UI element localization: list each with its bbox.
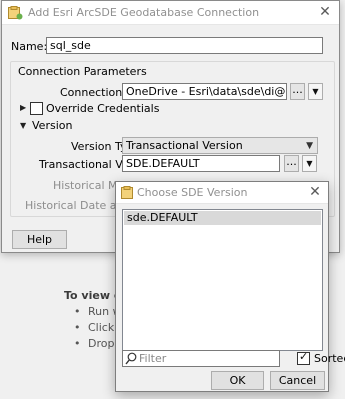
triangle-right-icon[interactable]: ▶ xyxy=(20,103,26,112)
chevron-down-icon: ▼ xyxy=(306,141,313,151)
version-section-label: Version xyxy=(32,119,73,132)
version-type-value: Transactional Version xyxy=(126,139,243,152)
sorted-label: Sorted xyxy=(314,352,345,365)
chevron-down-icon[interactable]: ▼ xyxy=(302,155,317,172)
choose-sde-version-dialog: Choose SDE Version ✕ sde.DEFAULT Filter … xyxy=(115,181,345,392)
ok-button[interactable]: OK xyxy=(211,371,264,390)
connection-parameters-label: Connection Parameters xyxy=(18,65,147,78)
cancel-button[interactable]: Cancel xyxy=(270,371,325,390)
chevron-down-icon[interactable]: ▼ xyxy=(308,83,323,100)
search-icon xyxy=(125,352,137,365)
close-icon[interactable]: ✕ xyxy=(302,182,328,203)
close-icon[interactable]: ✕ xyxy=(311,1,339,24)
filter-placeholder: Filter xyxy=(139,352,167,365)
list-item[interactable]: sde.DEFAULT xyxy=(124,211,321,225)
app-icon xyxy=(121,186,133,199)
connection-file-field[interactable]: OneDrive - Esri\data\sde\di@11054_sql.sd… xyxy=(122,83,287,100)
filter-input[interactable]: Filter xyxy=(122,350,280,367)
triangle-down-icon[interactable]: ▼ xyxy=(20,121,26,130)
sorted-checkbox[interactable] xyxy=(297,350,310,365)
override-credentials-label: Override Credentials xyxy=(46,102,160,115)
transactional-version-field[interactable]: SDE.DEFAULT xyxy=(122,155,280,172)
transactional-version-browse-button[interactable]: ... xyxy=(284,155,299,172)
connection-file-browse-button[interactable]: ... xyxy=(290,83,305,100)
name-field[interactable]: sql_sde xyxy=(46,37,323,54)
version-list[interactable]: sde.DEFAULT xyxy=(122,209,323,351)
help-button[interactable]: Help xyxy=(12,230,67,249)
name-label: Name: xyxy=(11,40,48,53)
version-type-select[interactable]: Transactional Version ▼ xyxy=(122,137,318,154)
dialog-title: Choose SDE Version xyxy=(137,186,248,199)
title-bar: Add Esri ArcSDE Geodatabase Connection ✕ xyxy=(2,1,339,25)
dialog-title: Add Esri ArcSDE Geodatabase Connection xyxy=(28,6,260,19)
app-icon xyxy=(8,6,23,20)
override-credentials-checkbox[interactable] xyxy=(30,102,43,115)
title-bar: Choose SDE Version ✕ xyxy=(116,182,328,204)
